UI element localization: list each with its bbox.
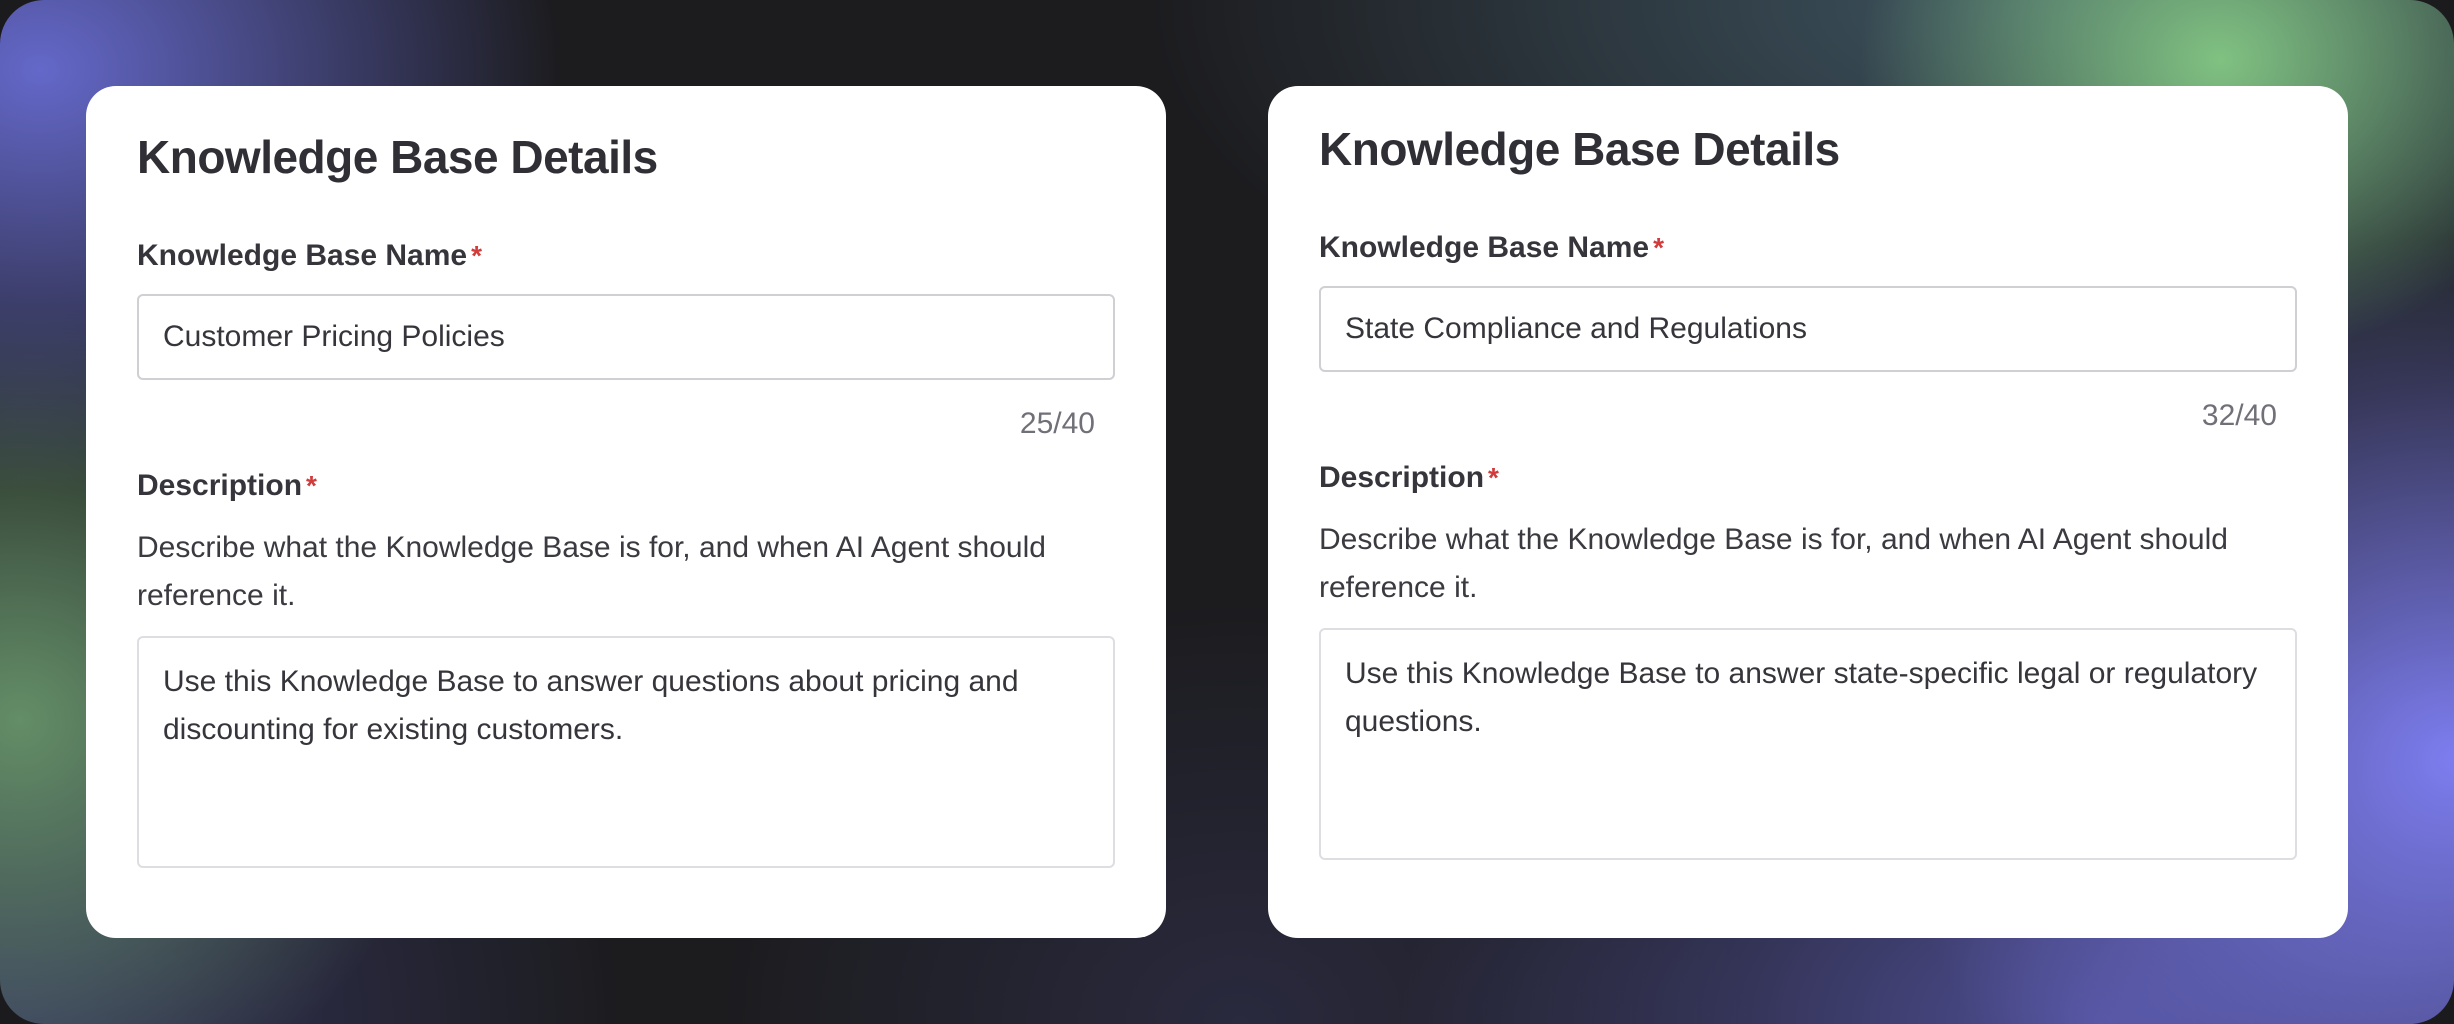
knowledge-base-name-input[interactable]: State Compliance and Regulations — [1319, 286, 2297, 372]
card-title: Knowledge Base Details — [137, 131, 658, 183]
required-asterisk: * — [1488, 462, 1499, 493]
card-content: Knowledge Base Details Knowledge Base Na… — [1319, 110, 2297, 860]
name-input-value: State Compliance and Regulations — [1345, 312, 1807, 345]
required-asterisk: * — [471, 240, 483, 271]
description-label-text: Description — [137, 469, 303, 502]
required-asterisk: * — [1653, 232, 1665, 263]
description-value: Use this Knowledge Base to answer questi… — [163, 665, 1019, 746]
knowledge-base-name-label: Knowledge Base Name * — [137, 234, 1115, 278]
description-helper-text: Describe what the Knowledge Base is for,… — [1319, 523, 2228, 604]
description-label: Description * — [137, 464, 1115, 508]
character-counter: 25/40 — [1019, 407, 1095, 440]
knowledge-base-details-card-1: Knowledge Base Details Knowledge Base Na… — [86, 86, 1166, 938]
card-content: Knowledge Base Details Knowledge Base Na… — [137, 118, 1115, 868]
name-input-value: Customer Pricing Policies — [163, 320, 505, 353]
character-counter: 32/40 — [2201, 399, 2277, 432]
name-label-text: Knowledge Base Name — [1319, 231, 1650, 264]
gradient-background: Knowledge Base Details Knowledge Base Na… — [0, 0, 2454, 1024]
required-asterisk: * — [306, 470, 317, 501]
description-value: Use this Knowledge Base to answer state-… — [1345, 657, 2258, 738]
name-label-text: Knowledge Base Name — [137, 239, 468, 272]
card-title: Knowledge Base Details — [1319, 123, 1840, 175]
description-label: Description * — [1319, 456, 2297, 500]
knowledge-base-details-card-2: Knowledge Base Details Knowledge Base Na… — [1268, 86, 2348, 938]
description-textarea[interactable]: Use this Knowledge Base to answer questi… — [137, 636, 1115, 868]
description-label-text: Description — [1319, 461, 1485, 494]
description-textarea[interactable]: Use this Knowledge Base to answer state-… — [1319, 628, 2297, 860]
knowledge-base-name-label: Knowledge Base Name * — [1319, 226, 2297, 270]
description-helper-text: Describe what the Knowledge Base is for,… — [137, 531, 1046, 612]
knowledge-base-name-input[interactable]: Customer Pricing Policies — [137, 294, 1115, 380]
